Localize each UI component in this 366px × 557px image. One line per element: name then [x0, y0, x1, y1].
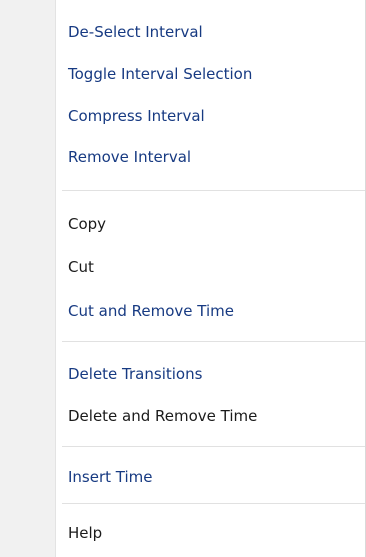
menu-item-deselect-interval[interactable]: De-Select Interval — [57, 16, 365, 48]
menu-item-delete-transitions[interactable]: Delete Transitions — [57, 358, 365, 390]
menu-item-cut-and-remove-time[interactable]: Cut and Remove Time — [57, 295, 365, 327]
menu-item-copy[interactable]: Copy — [57, 208, 365, 240]
menu-item-toggle-interval-selection[interactable]: Toggle Interval Selection — [57, 58, 365, 90]
menu-item-cut[interactable]: Cut — [57, 251, 365, 283]
menu-icon-gutter — [0, 0, 56, 557]
menu-item-remove-interval[interactable]: Remove Interval — [57, 141, 365, 173]
menu-separator — [62, 503, 365, 504]
menu-item-insert-time[interactable]: Insert Time — [57, 461, 365, 493]
menu-item-compress-interval[interactable]: Compress Interval — [57, 100, 365, 132]
menu-separator — [62, 190, 365, 191]
menu-separator — [62, 341, 365, 342]
menu-separator — [62, 446, 365, 447]
context-menu: De-Select Interval Toggle Interval Selec… — [0, 0, 366, 557]
menu-item-help[interactable]: Help — [57, 517, 365, 549]
menu-item-delete-and-remove-time[interactable]: Delete and Remove Time — [57, 400, 365, 432]
